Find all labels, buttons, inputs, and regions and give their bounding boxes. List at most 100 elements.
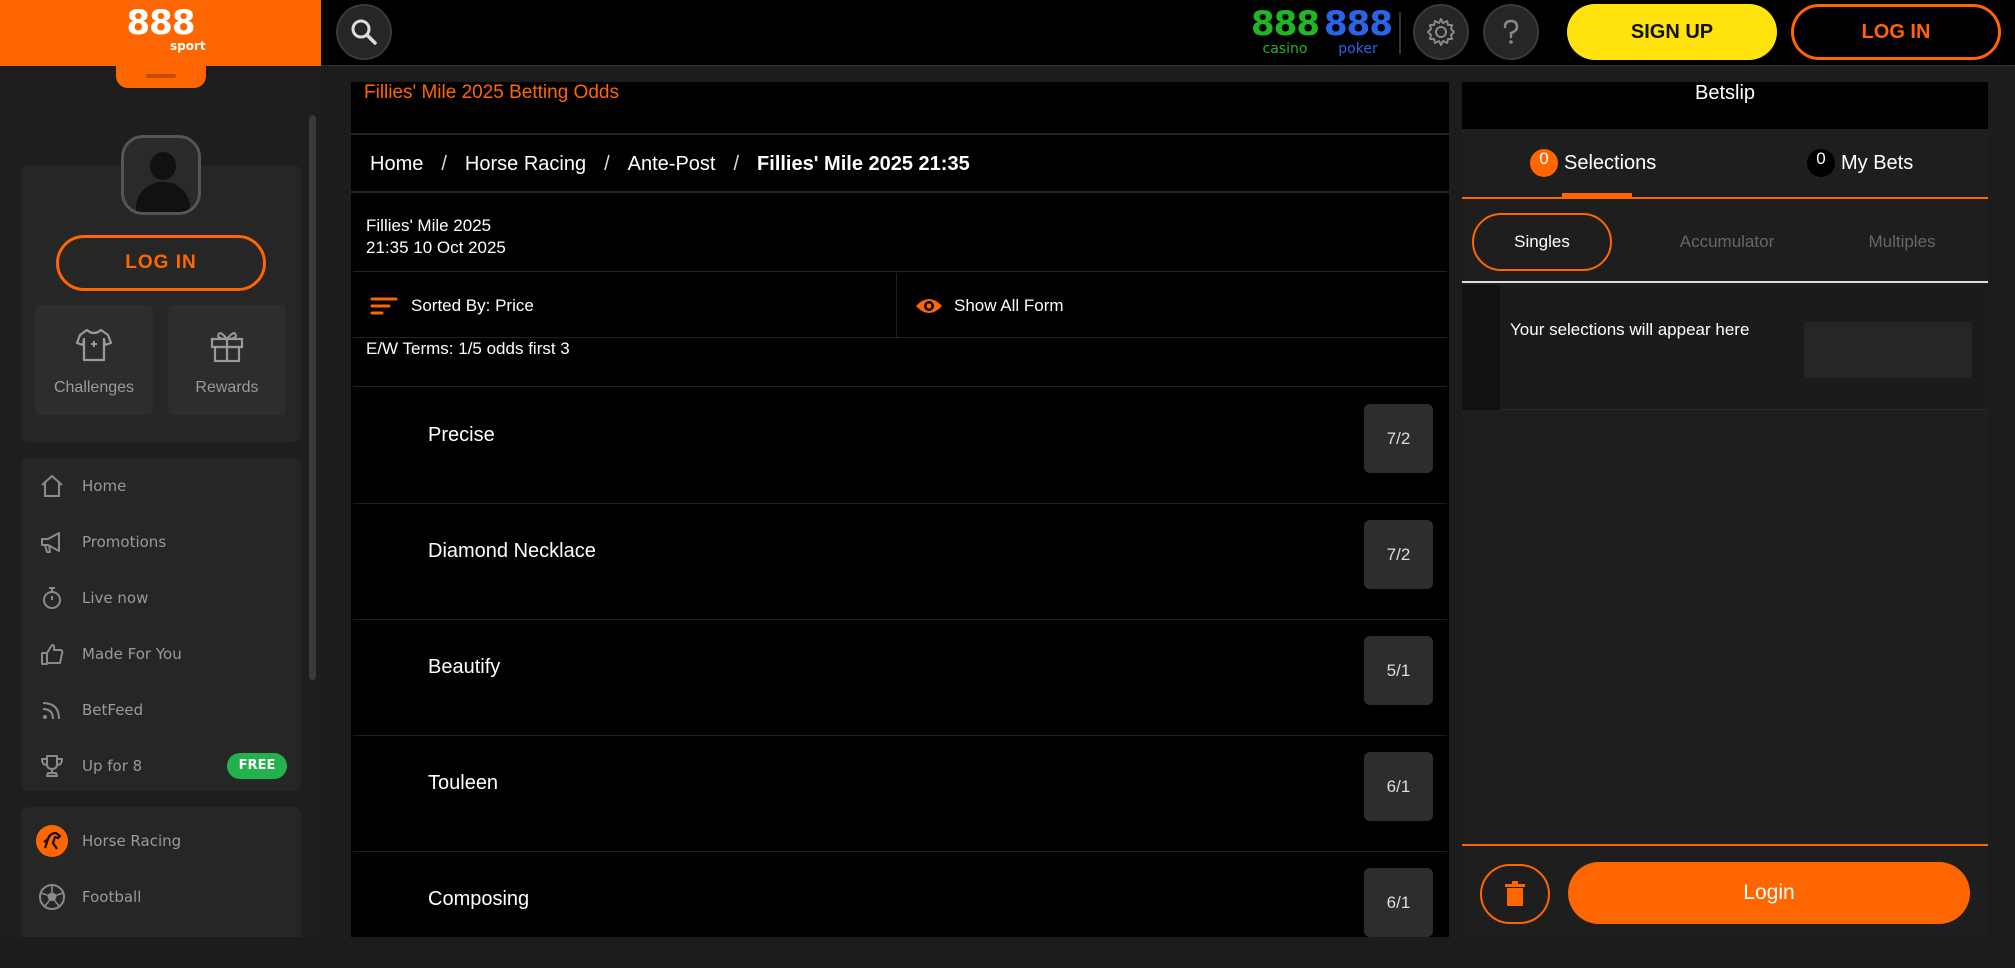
thumbs-up-icon xyxy=(41,644,64,665)
show-all-form-button[interactable]: Show All Form xyxy=(898,273,1447,338)
breadcrumb-current: Fillies' Mile 2025 21:35 xyxy=(757,152,970,175)
divider xyxy=(1399,12,1401,54)
active-tab-indicator xyxy=(1562,193,1632,198)
sidebar-item-label: Home xyxy=(82,477,127,495)
gift-icon xyxy=(210,332,244,363)
sidebar-item-label: Football xyxy=(82,888,142,906)
sidebar-item-up-for-8[interactable]: Up for 8 FREE xyxy=(21,744,301,788)
free-badge: FREE xyxy=(227,753,287,779)
bet-type-singles[interactable]: Singles xyxy=(1472,213,1612,271)
runner-name: Composing xyxy=(428,888,530,910)
888poker-link[interactable]: 888 poker xyxy=(1324,4,1393,57)
breadcrumb-horse-racing[interactable]: Horse Racing xyxy=(465,153,586,176)
odds-button[interactable]: 6/1 xyxy=(1364,752,1433,821)
odds-button[interactable]: 7/2 xyxy=(1364,520,1433,589)
breadcrumb-ante-post[interactable]: Ante-Post xyxy=(628,153,716,176)
bet-type-selector: Singles Accumulator Multiples xyxy=(1462,201,1988,283)
market-controls: Sorted By: Price Show All Form xyxy=(353,273,1447,338)
market-panel: Fillies' Mile 2025 21:35 10 Oct 2025 Sor… xyxy=(353,195,1447,968)
login-button[interactable]: LOG IN xyxy=(1791,4,2001,60)
home-icon xyxy=(41,474,63,497)
selections-count: 0 xyxy=(1530,149,1558,177)
search-icon xyxy=(351,19,377,45)
breadcrumb-home[interactable]: Home xyxy=(370,153,423,176)
trophy-icon xyxy=(41,755,63,777)
runner-row: Touleen 6/1 xyxy=(353,736,1447,852)
runner-row: Beautify 5/1 xyxy=(353,620,1447,736)
bet-type-multiples[interactable]: Multiples xyxy=(1827,213,1977,271)
runner-name: Touleen xyxy=(428,772,499,794)
casino-label: casino xyxy=(1262,41,1308,57)
runner-name: Beautify xyxy=(428,656,501,678)
odds-button[interactable]: 6/1 xyxy=(1364,868,1433,937)
runner-row: Precise 7/2 xyxy=(353,388,1447,504)
runner-name: Precise xyxy=(428,424,495,446)
show-all-form-label: Show All Form xyxy=(954,295,1064,315)
odds-button[interactable]: 7/2 xyxy=(1364,404,1433,473)
sidebar-item-label: Horse Racing xyxy=(82,832,182,850)
poker-logo: 888 xyxy=(1324,4,1393,44)
sidebar-item-made-for-you[interactable]: Made For You xyxy=(21,632,301,676)
sidebar-scrollbar[interactable] xyxy=(309,115,316,680)
my-bets-count: 0 xyxy=(1807,149,1835,177)
question-icon xyxy=(1503,19,1519,44)
888sport-logo[interactable]: 888 xyxy=(0,4,321,42)
sidebar-item-horse-racing[interactable]: Horse Racing xyxy=(21,819,301,863)
tab-selections-label: Selections xyxy=(1564,151,1657,174)
settings-button[interactable] xyxy=(1413,4,1469,60)
event-time: 21:35 10 Oct 2025 xyxy=(366,238,506,257)
tab-selections[interactable]: 0 Selections xyxy=(1530,129,1656,197)
search-button[interactable] xyxy=(336,4,392,60)
tab-my-bets[interactable]: 0 My Bets xyxy=(1807,129,1913,197)
sidebar-item-live-now[interactable]: Live now xyxy=(21,576,301,620)
horse-racing-icon xyxy=(36,825,68,857)
betslip-login-button[interactable]: Login xyxy=(1568,862,1970,924)
rewards-tile[interactable]: Rewards xyxy=(168,305,286,415)
sidebar-item-promotions[interactable]: Promotions xyxy=(21,520,301,564)
breadcrumb-separator: / xyxy=(604,152,610,175)
avatar xyxy=(121,135,201,215)
sidebar-collapse-handle[interactable] xyxy=(116,56,206,88)
odds-button[interactable]: 5/1 xyxy=(1364,636,1433,705)
trash-icon xyxy=(1505,881,1525,906)
casino-logo: 888 xyxy=(1251,4,1320,44)
sidebar-item-label: Up for 8 xyxy=(82,757,143,775)
signup-button[interactable]: SIGN UP xyxy=(1567,4,1777,60)
page-title: Fillies' Mile 2025 Betting Odds xyxy=(351,82,1449,135)
betslip-title: Betslip xyxy=(1462,82,1988,129)
breadcrumb-separator: / xyxy=(733,152,740,175)
breadcrumb-separator: / xyxy=(441,152,447,175)
sidebar-item-betfeed[interactable]: BetFeed xyxy=(21,688,301,732)
rewards-label: Rewards xyxy=(195,379,259,396)
help-button[interactable] xyxy=(1483,4,1539,60)
runner-row: Diamond Necklace 7/2 xyxy=(353,504,1447,620)
event-name: Fillies' Mile 2025 xyxy=(366,216,492,235)
megaphone-icon xyxy=(41,532,60,553)
tab-my-bets-label: My Bets xyxy=(1841,151,1914,174)
sidebar-item-football[interactable]: Football xyxy=(21,875,301,919)
poker-label: poker xyxy=(1338,41,1378,57)
gear-icon xyxy=(1427,18,1455,46)
football-icon xyxy=(39,884,65,910)
eye-icon xyxy=(916,298,942,313)
betslip-footer: Login xyxy=(1462,844,1988,937)
sort-icon xyxy=(370,297,398,314)
sidebar-login-button[interactable]: LOG IN xyxy=(56,235,266,291)
runner-row: Composing 6/1 xyxy=(353,852,1447,968)
sidebar-item-label: Live now xyxy=(82,589,149,607)
empty-message: Your selections will appear here xyxy=(1510,320,1750,339)
sort-button[interactable]: Sorted By: Price xyxy=(353,273,897,338)
feed-icon xyxy=(42,702,60,720)
clear-betslip-button[interactable] xyxy=(1480,864,1550,924)
challenges-label: Challenges xyxy=(53,379,135,396)
sidebar-item-label: BetFeed xyxy=(82,701,144,719)
sidebar-item-label: Made For You xyxy=(82,645,182,663)
sidebar-nav: Home Promotions Live now Made For You Be… xyxy=(21,458,301,791)
888casino-link[interactable]: 888 casino xyxy=(1251,4,1320,57)
sidebar-item-home[interactable]: Home xyxy=(21,464,301,508)
sports-nav: Horse Racing Football xyxy=(21,807,301,937)
main-content: Fillies' Mile 2025 Betting Odds Home / H… xyxy=(351,82,1449,968)
challenges-tile[interactable]: Challenges xyxy=(35,305,153,415)
bet-type-accumulator[interactable]: Accumulator xyxy=(1642,213,1812,271)
betslip-empty-state: Your selections will appear here xyxy=(1462,285,1988,410)
